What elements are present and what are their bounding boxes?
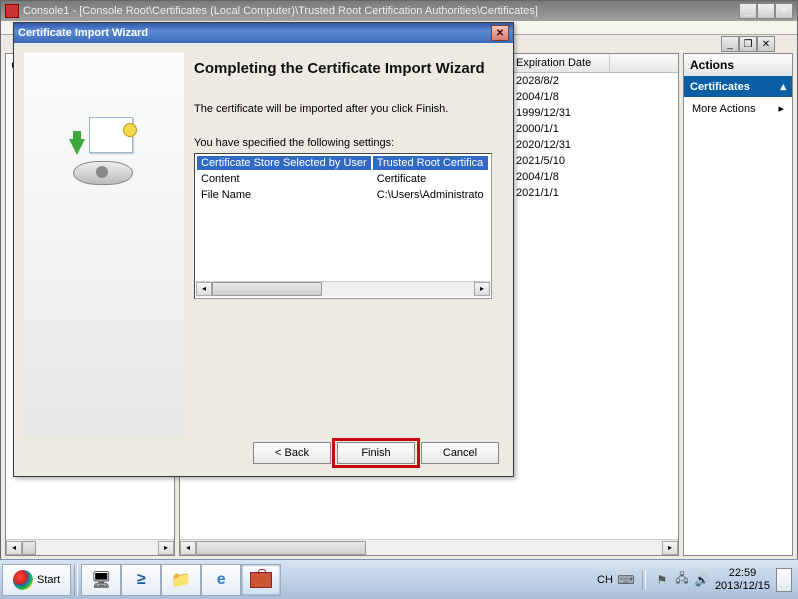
windows-orb-icon — [13, 570, 33, 590]
ie-icon: e — [217, 571, 226, 589]
wizard-subtitle: You have specified the following setting… — [194, 137, 503, 149]
settings-h-scrollbar[interactable]: ◂ ▸ — [196, 281, 490, 297]
child-restore-button[interactable]: ❐ — [739, 36, 757, 52]
maximize-button[interactable]: ❐ — [757, 3, 775, 19]
wizard-banner — [24, 53, 184, 437]
settings-row[interactable]: File Name C:\Users\Administrato — [197, 188, 488, 202]
clock[interactable]: 22:59 2013/12/15 — [715, 567, 770, 592]
folder-icon: 📁 — [171, 570, 191, 590]
flag-icon[interactable]: ⚑ — [655, 573, 669, 587]
taskbar-divider — [74, 564, 78, 596]
chevron-right-icon: ▸ — [778, 102, 784, 115]
column-expiration[interactable]: Expiration Date — [510, 54, 610, 72]
main-window-title: Console1 - [Console Root\Certificates (L… — [23, 5, 739, 17]
scroll-thumb[interactable] — [212, 282, 322, 296]
server-icon: 🖥 — [91, 570, 111, 590]
certificate-import-wizard-dialog: Certificate Import Wizard ✕ Completing t… — [13, 22, 514, 477]
scroll-right-button[interactable]: ▸ — [662, 541, 678, 555]
wizard-settings-list[interactable]: Certificate Store Selected by User Trust… — [194, 153, 492, 299]
wizard-description: The certificate will be imported after y… — [194, 103, 503, 115]
actions-section-certificates[interactable]: Certificates ▴ — [684, 76, 792, 97]
scroll-thumb[interactable] — [22, 541, 36, 555]
system-tray[interactable]: CH ⌨ ⚑ 🖧 🔊 22:59 2013/12/15 — [593, 564, 796, 596]
scroll-thumb[interactable] — [196, 541, 366, 555]
child-close-button[interactable]: ✕ — [757, 36, 775, 52]
actions-header: Actions — [684, 54, 792, 76]
minimize-button[interactable]: _ — [739, 3, 757, 19]
keyboard-icon[interactable]: ⌨ — [619, 573, 633, 587]
settings-row-selected[interactable]: Certificate Store Selected by User Trust… — [197, 156, 488, 170]
toolbox-icon — [250, 572, 272, 588]
taskbar-explorer[interactable]: 📁 — [161, 564, 201, 596]
mmc-app-icon — [5, 4, 19, 18]
settings-row[interactable]: Content Certificate — [197, 172, 488, 186]
start-button[interactable]: Start — [2, 564, 71, 596]
actions-pane: Actions Certificates ▴ More Actions ▸ — [683, 53, 793, 556]
wizard-title: Certificate Import Wizard — [18, 27, 491, 39]
volume-icon[interactable]: 🔊 — [695, 573, 709, 587]
clock-date: 2013/12/15 — [715, 580, 770, 593]
ime-indicator[interactable]: CH — [597, 574, 613, 586]
taskbar-ie[interactable]: e — [201, 564, 241, 596]
actions-more-actions[interactable]: More Actions ▸ — [684, 97, 792, 120]
network-icon[interactable]: 🖧 — [675, 573, 689, 587]
powershell-icon: ≥ — [137, 571, 146, 589]
scroll-right-button[interactable]: ▸ — [474, 282, 490, 296]
list-h-scrollbar[interactable]: ◂ ▸ — [180, 539, 678, 555]
child-minimize-button[interactable]: _ — [721, 36, 739, 52]
clock-time: 22:59 — [715, 567, 770, 580]
main-window-titlebar[interactable]: Console1 - [Console Root\Certificates (L… — [1, 1, 797, 21]
taskbar: Start 🖥 ≥ 📁 e CH ⌨ ⚑ 🖧 🔊 22:59 2013/12/1… — [0, 559, 798, 599]
close-button[interactable]: ✕ — [775, 3, 793, 19]
tree-h-scrollbar[interactable]: ◂ ▸ — [6, 539, 174, 555]
taskbar-server-manager[interactable]: 🖥 — [81, 564, 121, 596]
wizard-heading: Completing the Certificate Import Wizard — [194, 59, 503, 79]
back-button[interactable]: < Back — [253, 442, 331, 464]
scroll-left-button[interactable]: ◂ — [6, 541, 22, 555]
tray-divider — [642, 570, 646, 590]
wizard-titlebar[interactable]: Certificate Import Wizard ✕ — [14, 23, 513, 43]
scroll-left-button[interactable]: ◂ — [180, 541, 196, 555]
cancel-button[interactable]: Cancel — [421, 442, 499, 464]
certificate-import-icon — [65, 113, 143, 191]
start-label: Start — [37, 574, 60, 586]
show-desktop-button[interactable] — [776, 568, 792, 592]
scroll-right-button[interactable]: ▸ — [158, 541, 174, 555]
collapse-up-icon[interactable]: ▴ — [780, 80, 786, 93]
taskbar-mmc-active[interactable] — [241, 564, 281, 596]
wizard-close-button[interactable]: ✕ — [491, 25, 509, 41]
finish-button[interactable]: Finish — [337, 442, 415, 464]
scroll-left-button[interactable]: ◂ — [196, 282, 212, 296]
taskbar-powershell[interactable]: ≥ — [121, 564, 161, 596]
